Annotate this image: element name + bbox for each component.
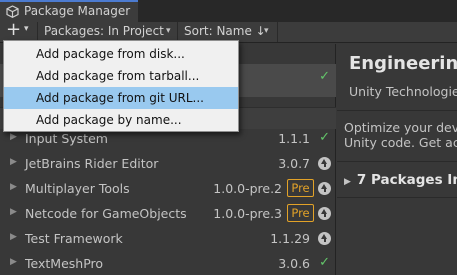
package-version: 1.1.1 — [278, 131, 310, 146]
package-version: 1.1.29 — [270, 231, 310, 246]
plus-icon: + — [6, 19, 22, 40]
chevron-down-icon: ▾ — [166, 26, 171, 36]
menu-item-add-from-tarball[interactable]: Add package from tarball... — [4, 65, 238, 87]
package-row[interactable]: ▶ Test Framework 1.1.29 — [0, 226, 336, 251]
divider — [337, 110, 457, 111]
expand-caret-icon[interactable]: ▶ — [10, 257, 17, 267]
expand-caret-icon[interactable]: ▶ — [10, 182, 17, 192]
package-row[interactable]: ▶ TextMeshPro 3.0.6 ✓ — [0, 251, 336, 275]
packages-filter-dropdown[interactable]: Packages: In Project ▾ — [38, 22, 178, 42]
expand-caret-icon[interactable]: ▶ — [10, 132, 17, 142]
expand-caret-icon[interactable]: ▶ — [10, 157, 17, 167]
package-author[interactable]: Unity Technologies — [349, 84, 457, 99]
chevron-down-icon: ▾ — [264, 26, 269, 36]
expand-caret-icon: ▶ — [344, 177, 351, 187]
packages-filter-label: Packages: In Project — [44, 24, 164, 38]
package-version: 3.0.7 — [278, 156, 310, 171]
menu-item-add-from-git-url[interactable]: Add package from git URL... — [4, 87, 238, 109]
package-name: Netcode for GameObjects — [25, 206, 187, 221]
pre-release-badge: Pre — [287, 204, 314, 222]
pre-release-badge: Pre — [287, 179, 314, 197]
sort-dropdown[interactable]: Sort: Name ↓ ▾ — [178, 22, 278, 42]
package-detail-panel: Engineering Unity Technologies Optimize … — [337, 44, 457, 275]
update-arrow-icon — [318, 207, 331, 220]
package-name: JetBrains Rider Editor — [25, 156, 159, 171]
update-arrow-icon — [318, 232, 331, 245]
add-package-button[interactable]: + ▾ — [0, 19, 38, 42]
add-package-menu: Add package from disk... Add package fro… — [3, 40, 239, 132]
menu-item-add-from-disk[interactable]: Add package from disk... — [4, 43, 238, 65]
package-description: Optimize your devel Unity code. Get acce — [344, 120, 457, 150]
description-line: Optimize your devel — [344, 120, 457, 135]
update-arrow-icon — [318, 157, 331, 170]
divider — [337, 161, 457, 162]
menu-item-add-by-name[interactable]: Add package by name... — [4, 109, 238, 131]
title-bar: Package Manager — [0, 0, 457, 22]
package-name: Multiplayer Tools — [25, 181, 130, 196]
package-version: 1.0.0-pre.3 — [213, 206, 282, 221]
package-name: Test Framework — [25, 231, 123, 246]
package-manager-icon — [6, 5, 19, 18]
description-line: Unity code. Get acce — [344, 135, 457, 150]
package-name: TextMeshPro — [25, 256, 104, 271]
update-arrow-icon — [318, 182, 331, 195]
included-packages-foldout[interactable]: ▶ 7 Packages Inc — [344, 172, 457, 188]
expand-caret-icon[interactable]: ▶ — [10, 207, 17, 217]
expand-caret-icon[interactable]: ▶ — [10, 232, 17, 242]
divider — [337, 197, 457, 198]
included-packages-label: 7 Packages Inc — [356, 172, 457, 188]
window-title: Package Manager — [24, 4, 131, 18]
package-version: 3.0.6 — [278, 256, 310, 271]
package-name: Input System — [25, 131, 108, 146]
package-row[interactable]: ▶ JetBrains Rider Editor 3.0.7 — [0, 151, 336, 176]
package-row[interactable]: ▶ Multiplayer Tools 1.0.0-pre.2 Pre — [0, 176, 336, 201]
package-detail-title: Engineering — [349, 53, 457, 74]
chevron-down-icon: ▾ — [24, 24, 29, 34]
sort-label: Sort: Name ↓ — [184, 24, 266, 38]
checkmark-icon: ✓ — [319, 130, 330, 145]
checkmark-icon: ✓ — [319, 69, 330, 84]
package-row[interactable]: ▶ Netcode for GameObjects 1.0.0-pre.3 Pr… — [0, 201, 336, 226]
checkmark-icon: ✓ — [319, 255, 330, 270]
package-version: 1.0.0-pre.2 — [213, 181, 282, 196]
